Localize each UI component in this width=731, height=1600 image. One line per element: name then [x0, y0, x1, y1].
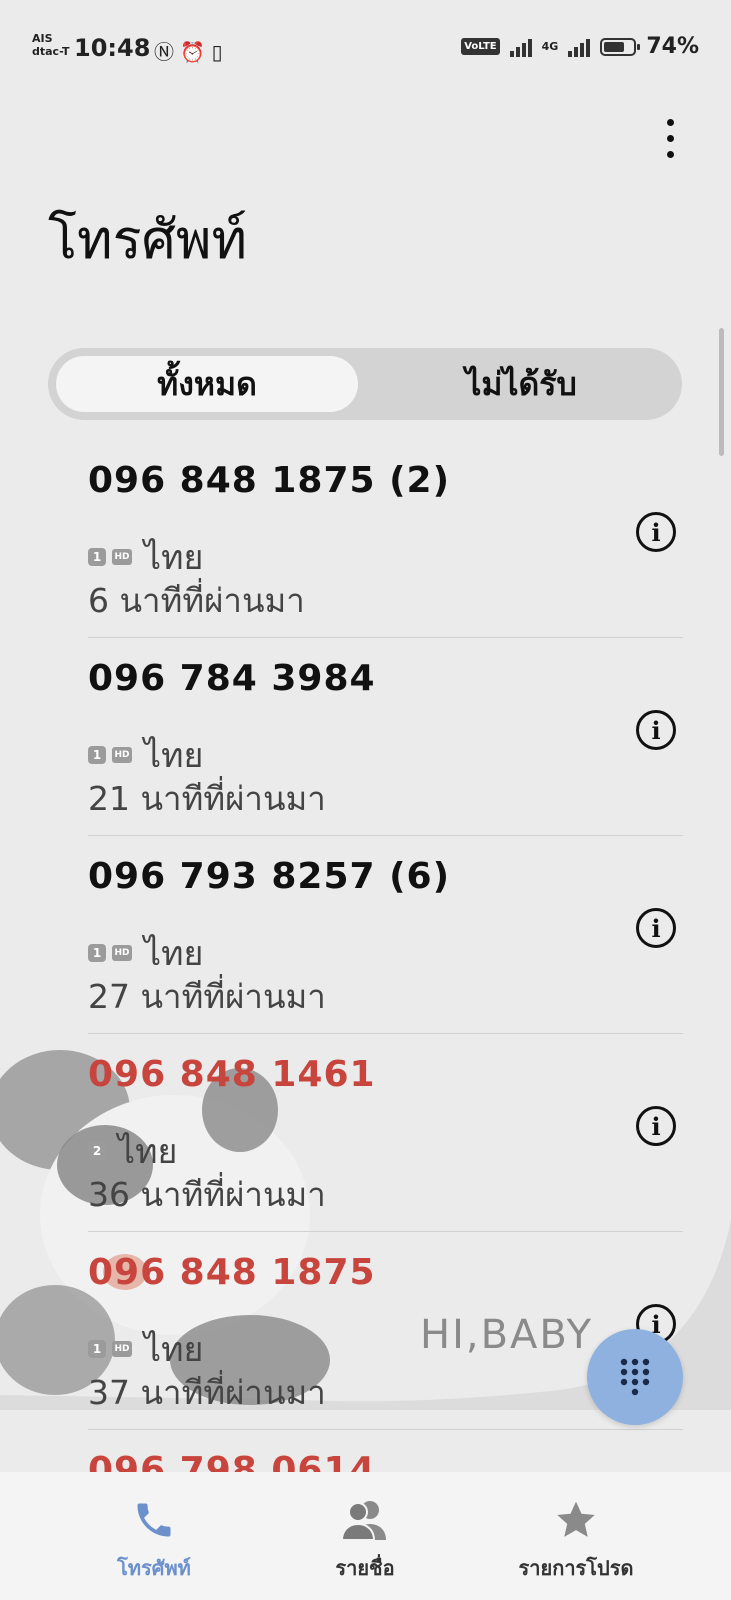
star-icon [557, 1501, 595, 1537]
sim-icon: 1 [88, 746, 106, 764]
sim-icon: 1 [88, 548, 106, 566]
status-right: VoLTE 4G 74% [461, 34, 699, 59]
carrier-2: dtac-T [32, 45, 70, 58]
status-icons: Ⓝ ⏰ ▯ [154, 36, 223, 65]
sim-icon: 2 [88, 1142, 106, 1160]
nav-favorites-label: รายการโปรด [518, 1556, 634, 1580]
nav-phone-label: โทรศัพท์ [117, 1556, 191, 1580]
battery-icon [600, 37, 641, 56]
scrollbar[interactable] [719, 328, 724, 456]
call-time: 21 นาทีที่ผ่านมา [88, 779, 326, 818]
bottom-nav: โทรศัพท์ รายชื่อ รายการโปรด [0, 1472, 731, 1600]
alarm-icon: ⏰ [180, 40, 206, 64]
call-row[interactable]: 096 784 3984 1 HD ไทย 21 นาทีที่ผ่านมา i [0, 638, 731, 836]
call-row[interactable]: 096 798 0614 [0, 1430, 731, 1472]
nfc-icon: Ⓝ [154, 40, 174, 64]
nav-phone[interactable]: โทรศัพท์ [74, 1472, 234, 1600]
nav-contacts[interactable]: รายชื่อ [285, 1472, 445, 1600]
sim-icon: 1 [88, 944, 106, 962]
more-vert-icon[interactable] [650, 112, 690, 164]
nav-favorites[interactable]: รายการโปรด [496, 1472, 656, 1600]
call-row[interactable]: 096 793 8257 (6) 1 HD ไทย 27 นาทีที่ผ่าน… [0, 836, 731, 1034]
status-bar: AIS dtac-T 10:48 Ⓝ ⏰ ▯ VoLTE 4G 74% [0, 0, 731, 80]
signal-icon [509, 37, 532, 57]
phone-icon [137, 1503, 171, 1537]
tab-missed[interactable]: ไม่ได้รับ [370, 356, 672, 412]
nav-contacts-label: รายชื่อ [335, 1556, 395, 1580]
network-label: 4G [541, 40, 559, 53]
info-icon[interactable]: i [636, 710, 676, 750]
call-number: 096 848 1875 [88, 1252, 376, 1293]
call-log-list: 096 848 1875 (2) 1 HD ไทย 6 นาทีที่ผ่านม… [0, 440, 731, 1472]
volte-icon: VoLTE [461, 38, 500, 55]
sim-icon: 1 [88, 1340, 106, 1358]
info-icon[interactable]: i [636, 512, 676, 552]
info-icon[interactable]: i [636, 908, 676, 948]
vibrate-icon: ▯ [211, 40, 223, 64]
call-time: 27 นาทีที่ผ่านมา [88, 977, 326, 1016]
call-number: 096 848 1875 (2) [88, 460, 451, 501]
carrier-1: AIS [32, 32, 53, 45]
call-time: 37 นาทีที่ผ่านมา [88, 1373, 326, 1412]
hd-icon: HD [112, 549, 132, 565]
call-number: 096 848 1461 [88, 1054, 376, 1095]
call-number: 096 798 0614 [88, 1450, 376, 1472]
call-row[interactable]: 096 848 1875 (2) 1 HD ไทย 6 นาทีที่ผ่านม… [0, 440, 731, 638]
contacts-icon [340, 1501, 386, 1541]
call-time: 6 นาทีที่ผ่านมา [88, 581, 305, 620]
hd-icon: HD [112, 1341, 132, 1357]
page-title: โทรศัพท์ [48, 208, 248, 271]
call-number: 096 793 8257 (6) [88, 856, 451, 897]
call-filter-tabs: ทั้งหมด ไม่ได้รับ [48, 348, 682, 420]
hd-icon: HD [112, 945, 132, 961]
dialpad-button[interactable] [587, 1329, 683, 1425]
wallpaper-text: HI,BABY [420, 1312, 594, 1358]
hd-icon: HD [112, 747, 132, 763]
info-icon[interactable]: i [636, 1106, 676, 1146]
call-number: 096 784 3984 [88, 658, 376, 699]
clock: 10:48 [74, 34, 151, 62]
call-time: 36 นาทีที่ผ่านมา [88, 1175, 326, 1214]
dialpad-icon [620, 1358, 650, 1396]
battery-percent: 74% [646, 34, 699, 59]
tab-all[interactable]: ทั้งหมด [56, 356, 358, 412]
carrier-label: AIS dtac-T [32, 32, 70, 58]
signal-2-icon [568, 37, 591, 57]
call-row[interactable]: 096 848 1461 2 ไทย 36 นาทีที่ผ่านมา i [0, 1034, 731, 1232]
